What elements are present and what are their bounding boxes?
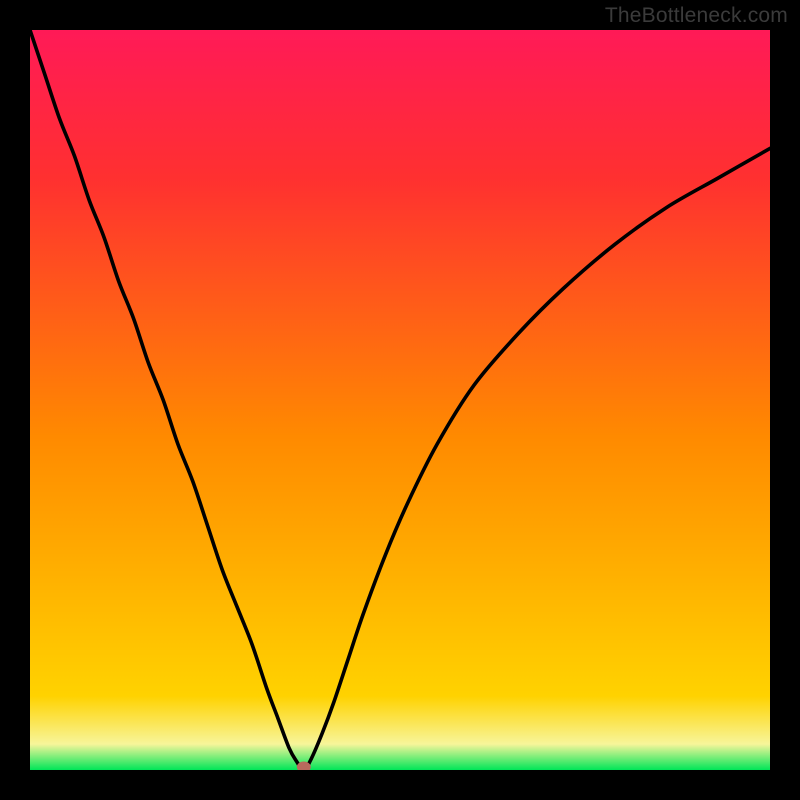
plot-area	[30, 30, 770, 770]
watermark-text: TheBottleneck.com	[605, 4, 788, 28]
gradient-background	[30, 30, 770, 770]
chart-svg	[30, 30, 770, 770]
chart-frame: TheBottleneck.com	[0, 0, 800, 800]
